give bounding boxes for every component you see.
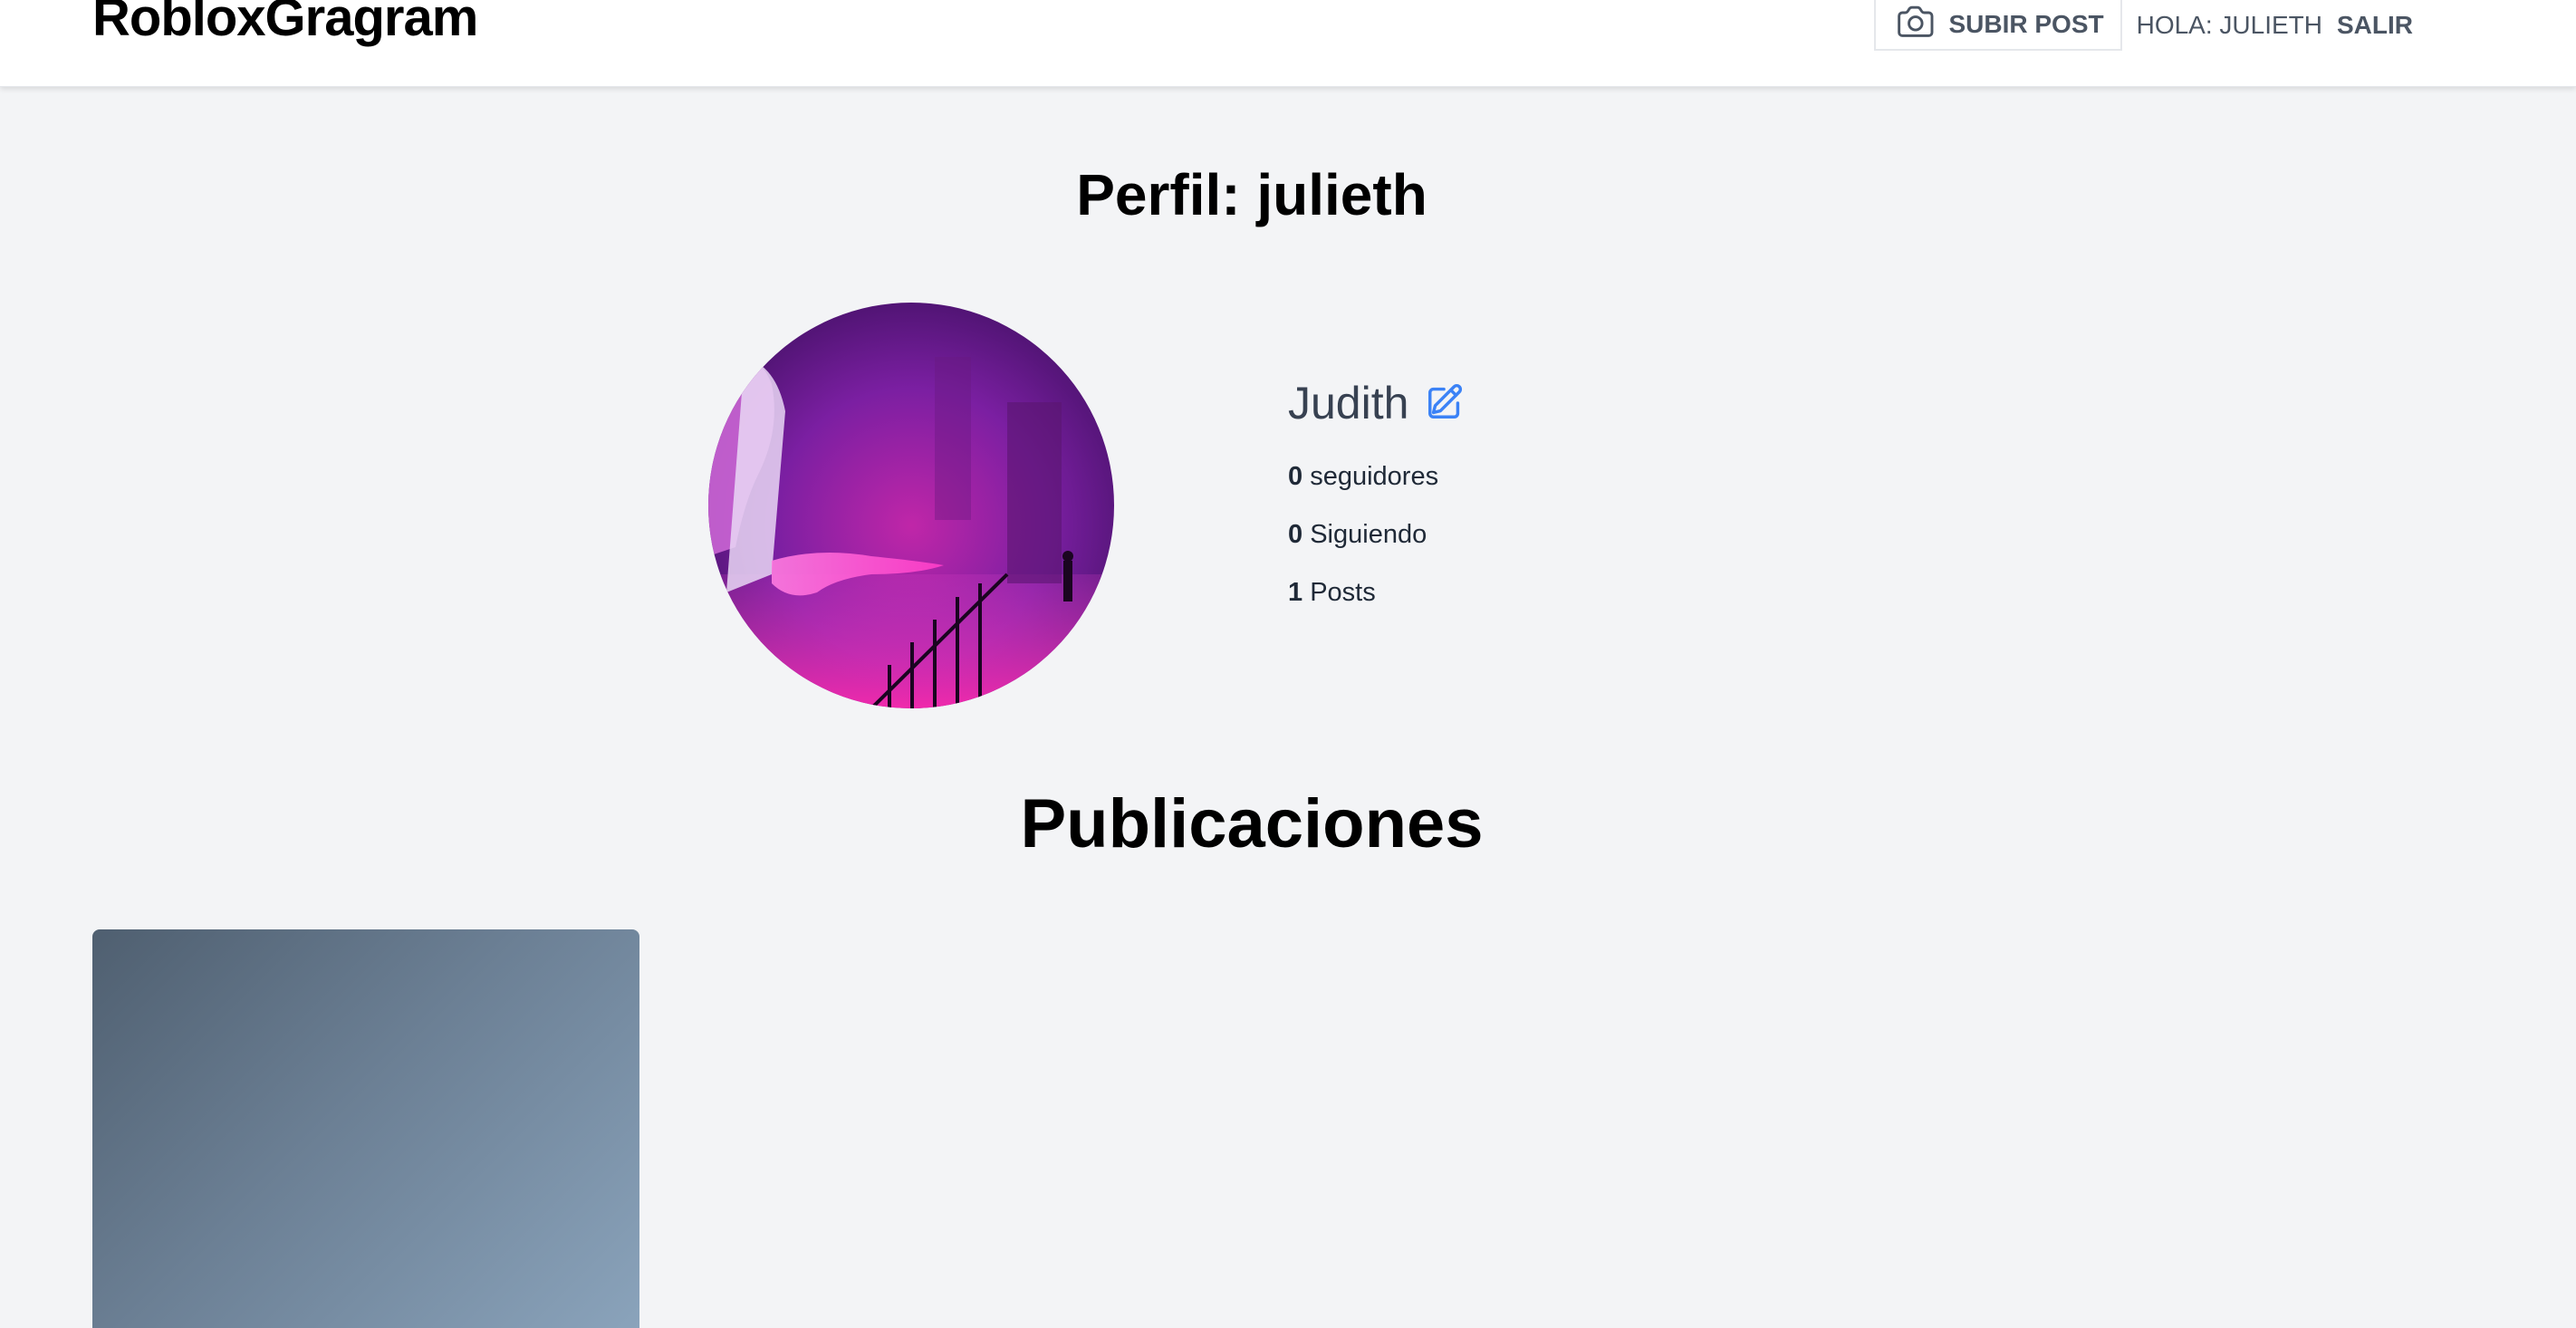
following-stat: 0 Siguiendo bbox=[1288, 518, 1466, 551]
followers-count: 0 bbox=[1288, 462, 1303, 491]
profile-info: Judith 0 seguidores 0 Siguiendo 1 Posts bbox=[1288, 371, 1466, 609]
posts-count: 1 bbox=[1288, 578, 1303, 607]
camera-icon bbox=[1894, 4, 1934, 46]
profile-title: Perfil: julieth bbox=[1076, 162, 1427, 227]
name-row: Judith bbox=[1288, 371, 1466, 435]
posts-section-title: Publicaciones bbox=[1020, 785, 1484, 862]
posts-stat: 1 Posts bbox=[1288, 576, 1466, 609]
pencil-square-icon[interactable] bbox=[1425, 380, 1466, 427]
following-label: Siguiendo bbox=[1310, 520, 1427, 549]
upload-post-label: SUBIR POST bbox=[1948, 10, 2104, 38]
followers-label: seguidores bbox=[1310, 462, 1439, 491]
user-greeting: HOLA: JULIETH bbox=[2136, 11, 2322, 39]
following-count: 0 bbox=[1288, 520, 1303, 549]
app-logo[interactable]: RobloxGragram bbox=[92, 0, 478, 54]
profile-name: Judith bbox=[1288, 378, 1409, 428]
post-thumbnail[interactable] bbox=[92, 929, 639, 1328]
profile-avatar bbox=[708, 303, 1114, 708]
top-navbar: RobloxGragram SUBIR POST HOLA: JULIETH S… bbox=[0, 0, 2576, 87]
logout-button[interactable]: SALIR bbox=[2337, 11, 2413, 40]
followers-stat: 0 seguidores bbox=[1288, 460, 1466, 493]
avatar-image bbox=[708, 303, 1114, 708]
posts-label: Posts bbox=[1310, 578, 1376, 607]
upload-post-button[interactable]: SUBIR POST bbox=[1874, 0, 2122, 51]
header-nav: SUBIR POST HOLA: JULIETH SALIR bbox=[1874, 0, 2413, 51]
